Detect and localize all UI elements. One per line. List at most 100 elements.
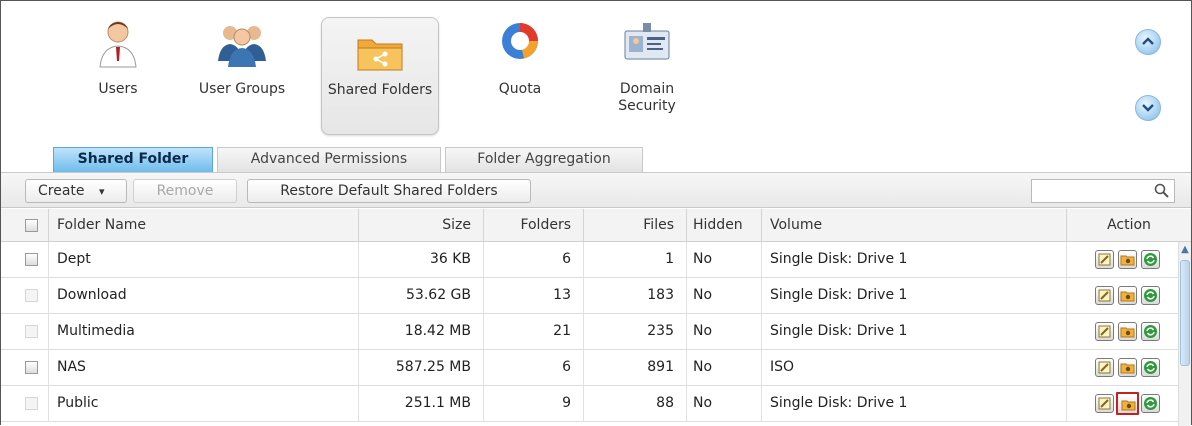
nav-item-label: Users — [98, 81, 138, 97]
edit-properties-icon[interactable] — [1095, 358, 1114, 377]
column-header-hidden[interactable]: Hidden — [687, 209, 762, 241]
cell-folders: 9 — [484, 386, 584, 421]
cell-folders: 13 — [484, 278, 584, 313]
refresh-icon[interactable] — [1141, 250, 1160, 269]
row-select-cell — [1, 314, 49, 349]
column-header-action: Action — [1107, 217, 1151, 233]
cell-name: Download — [49, 278, 359, 313]
column-header-folder-name[interactable]: Folder Name — [49, 209, 359, 241]
row-checkbox — [25, 325, 38, 338]
cell-name: Public — [49, 386, 359, 421]
edit-properties-icon[interactable] — [1095, 250, 1114, 269]
folder-permission-icon[interactable] — [1118, 286, 1137, 305]
dropdown-caret-icon: ▾ — [98, 185, 105, 198]
refresh-icon[interactable] — [1141, 394, 1160, 413]
edit-properties-icon[interactable] — [1095, 322, 1114, 341]
cell-size: 18.42 MB — [359, 314, 484, 349]
folder-permission-icon[interactable] — [1118, 250, 1137, 269]
nav-item-domain-security[interactable]: Domain Security — [597, 17, 697, 135]
cell-volume: Single Disk: Drive 1 — [762, 314, 1067, 349]
scroll-up-button[interactable] — [1135, 29, 1161, 55]
row-select-cell — [1, 386, 49, 421]
scrollbar-thumb[interactable] — [1180, 260, 1190, 366]
cell-files: 235 — [584, 314, 687, 349]
edit-properties-icon[interactable] — [1095, 394, 1114, 413]
row-checkbox[interactable] — [25, 361, 38, 374]
column-header-volume[interactable]: Volume — [762, 209, 1067, 241]
scroll-up-arrow-icon[interactable]: ▲ — [1179, 242, 1191, 258]
refresh-icon[interactable] — [1141, 286, 1160, 305]
column-header-size[interactable]: Size — [359, 209, 484, 241]
tab-shared-folder[interactable]: Shared Folder — [53, 147, 213, 172]
refresh-icon[interactable] — [1141, 358, 1160, 377]
cell-files: 891 — [584, 350, 687, 385]
cell-files: 183 — [584, 278, 687, 313]
cell-volume: ISO — [762, 350, 1067, 385]
nav-item-users[interactable]: Users — [73, 17, 163, 135]
select-all-cell — [1, 209, 49, 241]
select-all-checkbox[interactable] — [25, 219, 38, 232]
nav-item-label: Domain Security — [618, 81, 676, 114]
domain-security-icon — [621, 17, 673, 69]
user-group-icon — [216, 17, 268, 69]
create-dropdown-button[interactable]: Create ▾ — [25, 179, 127, 203]
row-checkbox — [25, 289, 38, 302]
tab-folder-aggregation[interactable]: Folder Aggregation — [445, 147, 643, 172]
cell-hidden: No — [687, 350, 762, 385]
cell-name: Multimedia — [49, 314, 359, 349]
folder-permission-icon[interactable] — [1118, 322, 1137, 341]
scroll-down-button[interactable] — [1135, 95, 1161, 121]
table-row[interactable]: Download 53.62 GB 13 183 No Single Disk: Driv… — [1, 278, 1191, 314]
cell-folders: 6 — [484, 350, 584, 385]
row-action-cell — [1067, 350, 1177, 385]
cell-hidden: No — [687, 242, 762, 277]
app-frame: Users User Groups Shared Folders Quota D… — [0, 0, 1192, 426]
nav-item-shared-folders[interactable]: Shared Folders — [321, 17, 439, 135]
table-row[interactable]: Dept 36 KB 6 1 No Single Disk: Drive 1 — [1, 242, 1191, 278]
cell-name: Dept — [49, 242, 359, 277]
nav-item-quota[interactable]: Quota — [475, 17, 565, 135]
cell-name: NAS — [49, 350, 359, 385]
cell-files: 88 — [584, 386, 687, 421]
edit-properties-icon[interactable] — [1095, 286, 1114, 305]
row-action-cell — [1067, 314, 1177, 349]
shared-folder-icon — [354, 26, 406, 78]
cell-volume: Single Disk: Drive 1 — [762, 386, 1067, 421]
row-checkbox[interactable] — [25, 253, 38, 266]
row-action-cell — [1067, 278, 1177, 313]
folder-permission-icon[interactable] — [1116, 392, 1139, 415]
row-action-cell — [1067, 242, 1177, 277]
remove-button[interactable]: Remove — [133, 179, 237, 203]
restore-default-shared-folders-button[interactable]: Restore Default Shared Folders — [247, 179, 531, 203]
table-scrollbar[interactable]: ▲ — [1178, 242, 1191, 426]
table-row[interactable]: Public 251.1 MB 9 88 No Single Disk: Drive 1 — [1, 386, 1191, 422]
column-header-folders[interactable]: Folders — [484, 209, 584, 241]
nav-item-label: User Groups — [198, 81, 286, 97]
cell-size: 251.1 MB — [359, 386, 484, 421]
tab-advanced-permissions[interactable]: Advanced Permissions — [217, 147, 441, 172]
cell-folders: 6 — [484, 242, 584, 277]
nav-item-label: Shared Folders — [327, 82, 433, 98]
cell-hidden: No — [687, 386, 762, 421]
column-header-files[interactable]: Files — [584, 209, 687, 241]
table-row[interactable]: Multimedia 18.42 MB 21 235 No Single Disk: Dr… — [1, 314, 1191, 350]
cell-volume: Single Disk: Drive 1 — [762, 278, 1067, 313]
row-select-cell — [1, 278, 49, 313]
refresh-icon[interactable] — [1141, 322, 1160, 341]
search-input[interactable] — [1031, 179, 1175, 203]
user-icon — [92, 17, 144, 69]
cell-folders: 21 — [484, 314, 584, 349]
cell-hidden: No — [687, 314, 762, 349]
row-select-cell — [1, 242, 49, 277]
quota-pie-icon — [494, 17, 546, 69]
nav-item-user-groups[interactable]: User Groups — [187, 17, 297, 135]
folder-permission-icon[interactable] — [1118, 358, 1137, 377]
cell-size: 36 KB — [359, 242, 484, 277]
category-icon-bar: Users User Groups Shared Folders Quota D… — [1, 1, 1191, 141]
cell-size: 53.62 GB — [359, 278, 484, 313]
magnifier-icon[interactable] — [1153, 182, 1171, 200]
nav-item-label: Quota — [498, 81, 542, 97]
toolbar: Create ▾ Remove Restore Default Shared F… — [1, 172, 1191, 208]
table-row[interactable]: NAS 587.25 MB 6 891 No ISO — [1, 350, 1191, 386]
row-checkbox — [25, 397, 38, 410]
